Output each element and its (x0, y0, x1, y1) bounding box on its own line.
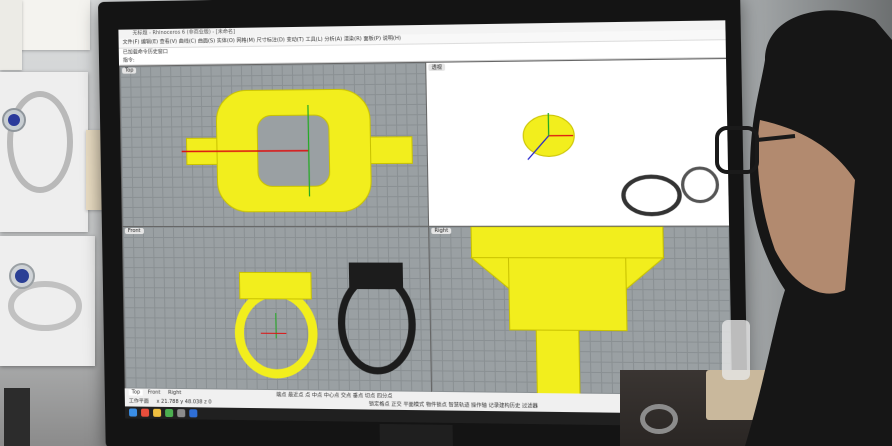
mode-item[interactable]: 物件锁点 (426, 402, 447, 408)
osnap-item[interactable]: 交点 (341, 393, 351, 399)
mode-item[interactable]: 正交 (391, 402, 402, 408)
menu-item[interactable]: 尺寸标注(D) (257, 37, 285, 43)
osnap-bar: 端点 最近点 点 中点 中心点 交点 垂点 切点 四分点 (276, 391, 392, 399)
menu-item[interactable]: 说明(H) (383, 36, 401, 42)
ring-on-desk (640, 404, 678, 434)
mode-item[interactable]: 锁定格点 (369, 401, 390, 407)
menu-item[interactable]: 渲染(R) (344, 36, 362, 42)
mode-item[interactable]: 智慧轨迹 (448, 402, 469, 408)
mode-item[interactable]: 过滤器 (522, 403, 538, 409)
workplane-label: 工作平面 (129, 398, 149, 404)
viewport-top[interactable]: Top (119, 62, 430, 228)
coordinate-readout: x 21.788 y 48.038 z 0 (156, 399, 211, 406)
menu-item[interactable]: 查看(V) (160, 39, 178, 45)
osnap-item[interactable]: 中心点 (324, 393, 340, 399)
sapphire-ring-image (0, 236, 95, 366)
osnap-item[interactable]: 端点 (276, 392, 286, 398)
viewport-perspective[interactable]: 透视 (425, 58, 731, 228)
app-icon[interactable] (189, 409, 197, 417)
ring-front-view (123, 227, 432, 393)
menu-item[interactable]: 分析(A) (324, 36, 342, 42)
menu-item[interactable]: 实体(O) (217, 38, 235, 44)
ring-photo (0, 72, 88, 232)
person-figure (705, 0, 892, 446)
tab-top[interactable]: Top (129, 389, 144, 395)
app-icon[interactable] (165, 409, 173, 417)
mode-bar: 锁定格点 正交 平面模式 物件锁点 智慧轨迹 操作轴 记录建构历史 过滤器 (369, 400, 538, 409)
viewport-front[interactable]: Front (122, 226, 433, 394)
viewport-label[interactable]: Right (431, 228, 451, 234)
osnap-item[interactable]: 切点 (365, 393, 375, 399)
mode-item[interactable]: 平面模式 (403, 402, 424, 408)
menu-item[interactable]: 面板(P) (363, 36, 381, 42)
osnap-item[interactable]: 垂点 (353, 393, 363, 399)
folder-icon[interactable] (153, 409, 161, 417)
monitor-stand (380, 424, 454, 446)
osnap-item[interactable]: 四分点 (377, 393, 393, 399)
wall-paper-note (0, 0, 22, 70)
start-icon[interactable] (129, 408, 137, 416)
rhino-window: 无标题 - Rhinoceros 6 (非商业版) - [未命名] 文件(F) … (118, 20, 732, 426)
mode-item[interactable]: 操作轴 (471, 403, 487, 409)
ring-perspective-view (426, 59, 730, 227)
menu-item[interactable]: 编辑(E) (141, 39, 158, 45)
osnap-item[interactable]: 中点 (312, 393, 322, 399)
viewport-label[interactable]: Top (122, 68, 137, 74)
menu-item[interactable]: 网格(M) (236, 38, 255, 44)
osnap-item[interactable]: 最近点 (288, 392, 303, 398)
osnap-item[interactable]: 点 (305, 392, 310, 398)
sapphire-ring-image (0, 72, 88, 232)
viewport-label[interactable]: Front (125, 228, 144, 234)
menu-item[interactable]: 曲线(C) (179, 39, 197, 45)
mode-item[interactable]: 记录建构历史 (489, 403, 521, 410)
viewport-grid: Top 透视 Front Right (119, 58, 732, 395)
status-row: 工作平面 x 21.788 y 48.038 z 0 (129, 397, 212, 405)
tab-front[interactable]: Front (145, 390, 164, 396)
ring-top-view (120, 63, 429, 227)
rhino-icon[interactable] (177, 409, 185, 417)
pencil-cup (4, 388, 30, 446)
ring-photo (0, 236, 95, 366)
tab-right[interactable]: Right (165, 390, 184, 396)
person-silhouette (705, 0, 892, 446)
viewport-label[interactable]: 透视 (428, 64, 445, 71)
viewport-tabs: Top Front Right (129, 389, 185, 396)
menu-item[interactable]: 文件(F) (123, 39, 140, 45)
menu-item[interactable]: 变动(T) (286, 37, 303, 43)
office-scene: 无标题 - Rhinoceros 6 (非商业版) - [未命名] 文件(F) … (0, 0, 892, 446)
wall-paper-note (10, 0, 90, 50)
menu-item[interactable]: 曲面(S) (198, 38, 215, 44)
menu-item[interactable]: 工具(L) (305, 37, 322, 43)
browser-icon[interactable] (141, 409, 149, 417)
